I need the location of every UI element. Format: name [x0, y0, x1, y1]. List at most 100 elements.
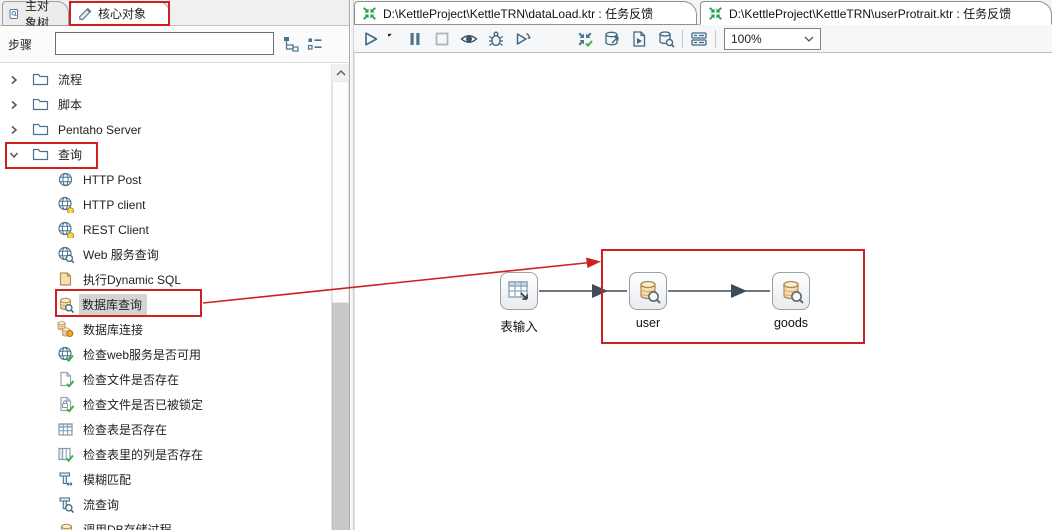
globe-check-icon — [57, 346, 74, 363]
chevron-down-icon — [8, 149, 20, 161]
file-check-icon — [57, 371, 74, 388]
verify-button[interactable] — [574, 28, 596, 50]
right-panel: D:\KettleProject\KettleTRN\dataLoad.ktr … — [354, 0, 1052, 530]
tree-folder-pentaho-server[interactable]: Pentaho Server — [0, 117, 349, 142]
tab-dataload-ktr[interactable]: D:\KettleProject\KettleTRN\dataLoad.ktr … — [354, 1, 697, 25]
step-label: goods — [773, 316, 809, 330]
tree-item-check-table-exists[interactable]: 检查表是否存在 — [0, 417, 349, 442]
step-table-input[interactable] — [500, 272, 538, 310]
tab-main-object-tree[interactable]: 主对象树 — [2, 0, 69, 30]
debug-bug-icon — [487, 30, 505, 48]
tab-label: 核心对象 — [98, 7, 147, 21]
tree-scrollbar[interactable] — [331, 64, 349, 530]
sql-icon — [630, 30, 648, 48]
sort-view-button[interactable] — [305, 34, 325, 54]
left-panel: 主对象树 核心对象 步骤 流程 脚本 Pentaho Server 查询 HTT… — [0, 0, 350, 530]
tree-item-rest-client[interactable]: REST Client — [0, 217, 349, 242]
explore-database-icon — [657, 30, 675, 48]
stop-button[interactable] — [431, 28, 453, 50]
table-input-icon — [506, 278, 533, 305]
columns-check-icon — [57, 446, 74, 463]
table-icon — [57, 421, 74, 438]
run-icon — [362, 30, 380, 48]
tree-folder-lookup[interactable]: 查询 — [0, 142, 349, 167]
step-search-input[interactable] — [55, 32, 274, 55]
steps-label: 步骤 — [8, 38, 33, 52]
impact-button[interactable] — [601, 28, 623, 50]
run-options-button[interactable] — [387, 28, 399, 50]
pause-icon — [406, 30, 424, 48]
chevron-right-icon — [8, 124, 20, 136]
toolbar-separator — [715, 29, 716, 48]
tree-item-database-lookup[interactable]: 数据库查询 — [0, 292, 349, 317]
hierarchy-view-button[interactable] — [281, 34, 301, 54]
left-tab-bar: 主对象树 核心对象 — [0, 0, 349, 30]
chevron-right-icon — [8, 99, 20, 111]
preview-eye-icon — [460, 30, 478, 48]
pause-button[interactable] — [404, 28, 426, 50]
caret-down-icon — [388, 30, 398, 48]
core-objects-tree: 流程 脚本 Pentaho Server 查询 HTTP Post HTTP c… — [0, 62, 349, 530]
debug-button[interactable] — [485, 28, 507, 50]
impact-icon — [603, 30, 621, 48]
transformation-canvas[interactable] — [354, 53, 1052, 530]
zoom-select[interactable]: 100% — [724, 27, 821, 50]
tree-item-check-file-locked[interactable]: 检查文件是否已被锁定 — [0, 392, 349, 417]
tab-core-objects[interactable]: 核心对象 — [70, 1, 170, 26]
show-results-button[interactable] — [688, 28, 710, 50]
folder-icon — [32, 71, 49, 88]
tree-item-web-service-lookup[interactable]: Web 服务查询 — [0, 242, 349, 267]
scrollbar-thumb[interactable] — [332, 81, 349, 303]
database-lookup-icon — [635, 278, 662, 305]
step-label: user — [635, 316, 661, 330]
fuzzy-match-icon — [57, 471, 74, 488]
chevron-down-icon — [804, 36, 814, 42]
zoom-value: 100% — [731, 31, 762, 46]
tree-item-http-client[interactable]: HTTP client — [0, 192, 349, 217]
step-user-db-lookup[interactable] — [629, 272, 667, 310]
tree-item-check-webservice[interactable]: 检查web服务是否可用 — [0, 342, 349, 367]
tab-userprotrait-ktr[interactable]: D:\KettleProject\KettleTRN\userProtrait.… — [700, 1, 1052, 25]
tree-item-stream-lookup[interactable]: 流查询 — [0, 492, 349, 517]
tree-item-database-join[interactable]: 数据库连接 — [0, 317, 349, 342]
database-proc-icon — [57, 521, 74, 530]
kettle-icon — [708, 6, 723, 21]
sql-button[interactable] — [628, 28, 650, 50]
globe-icon — [57, 171, 74, 188]
folder-icon — [32, 146, 49, 163]
tree-item-check-file-exists[interactable]: 检查文件是否存在 — [0, 367, 349, 392]
transformation-toolbar: 100% — [354, 25, 1052, 53]
replay-button[interactable] — [512, 28, 534, 50]
scroll-icon — [57, 271, 74, 288]
step-label: 表输入 — [500, 320, 538, 334]
scroll-up-button[interactable] — [332, 64, 349, 81]
tree-item-http-post[interactable]: HTTP Post — [0, 167, 349, 192]
globe-coin-icon — [57, 196, 74, 213]
preview-button[interactable] — [458, 28, 480, 50]
stream-search-icon — [57, 496, 74, 513]
tree-folder-flow[interactable]: 流程 — [0, 67, 349, 92]
explore-database-button[interactable] — [655, 28, 677, 50]
database-link-icon — [57, 321, 74, 338]
run-button[interactable] — [360, 28, 382, 50]
tree-item-check-column-exists[interactable]: 检查表里的列是否存在 — [0, 442, 349, 467]
transformation-tab-bar: D:\KettleProject\KettleTRN\dataLoad.ktr … — [354, 0, 1052, 25]
folder-icon — [32, 121, 49, 138]
scrollbar-track[interactable] — [332, 303, 349, 530]
tree-item-dynamic-sql[interactable]: 执行Dynamic SQL — [0, 267, 349, 292]
globe-search-icon — [57, 246, 74, 263]
folder-icon — [32, 96, 49, 113]
kettle-icon — [362, 6, 377, 21]
database-lookup-icon — [778, 278, 805, 305]
step-search-row: 步骤 — [0, 26, 349, 61]
file-lock-icon — [57, 396, 74, 413]
spoon-window: 主对象树 核心对象 步骤 流程 脚本 Pentaho Server 查询 HTT… — [0, 0, 1052, 530]
tree-folder-script[interactable]: 脚本 — [0, 92, 349, 117]
step-goods-db-lookup[interactable] — [772, 272, 810, 310]
tree-item-fuzzy-match[interactable]: 模糊匹配 — [0, 467, 349, 492]
chevron-right-icon — [8, 74, 20, 86]
chevron-up-icon — [336, 70, 346, 76]
show-results-icon — [690, 30, 708, 48]
tree-item-db-procedure[interactable]: 调用DB存储过程 — [0, 517, 349, 530]
toolbar-separator — [682, 29, 683, 48]
